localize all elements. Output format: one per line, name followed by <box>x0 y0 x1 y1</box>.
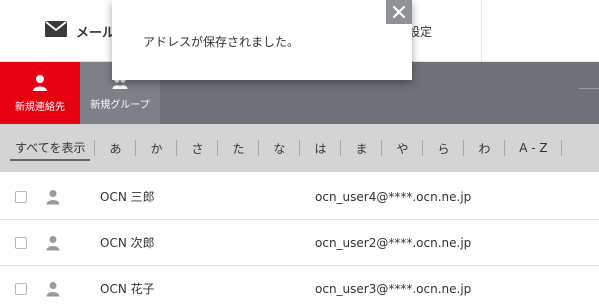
index-key-ra[interactable]: ら <box>423 124 463 172</box>
contact-name: OCN 次郎 <box>100 236 155 250</box>
index-key-ma[interactable]: ま <box>341 124 381 172</box>
row-checkbox[interactable] <box>15 282 27 295</box>
save-notification: アドレスが保存されました。 <box>112 0 412 80</box>
contact-row[interactable]: OCN 次郎 ocn_user2@****.ocn.ne.jp <box>0 220 599 266</box>
contact-name: OCN 花子 <box>100 282 155 296</box>
index-key-ya[interactable]: や <box>382 124 422 172</box>
index-key-az[interactable]: A - Z <box>505 124 561 172</box>
row-checkbox[interactable] <box>15 190 27 203</box>
person-icon <box>46 235 60 250</box>
person-icon <box>46 189 60 204</box>
new-contact-button[interactable]: 新規連絡先 <box>0 62 80 124</box>
contact-row[interactable]: OCN 三郎 ocn_user4@****.ocn.ne.jp <box>0 174 599 220</box>
index-divider <box>561 140 563 156</box>
notification-message: アドレスが保存されました。 <box>143 35 300 49</box>
contact-email: ocn_user2@****.ocn.ne.jp <box>315 235 472 250</box>
index-key-ha[interactable]: は <box>300 124 340 172</box>
index-key-ta[interactable]: た <box>218 124 258 172</box>
contact-row[interactable]: OCN 花子 ocn_user3@****.ocn.ne.jp <box>0 266 599 308</box>
contact-name: OCN 三郎 <box>100 190 155 204</box>
index-key-a[interactable]: あ <box>95 124 135 172</box>
index-key-wa[interactable]: わ <box>464 124 504 172</box>
index-all-tab[interactable]: すべてを表示 <box>10 135 91 161</box>
contact-list: OCN 三郎 ocn_user4@****.ocn.ne.jp OCN 次郎 o… <box>0 172 599 308</box>
index-bar: すべてを表示 あ か さ た な は ま や ら わ A - Z <box>0 124 599 172</box>
row-checkbox[interactable] <box>15 236 27 249</box>
nav-mail-label: メール <box>76 25 116 41</box>
close-icon <box>392 5 406 19</box>
index-key-na[interactable]: な <box>259 124 299 172</box>
contact-email: ocn_user3@****.ocn.ne.jp <box>315 281 472 296</box>
new-group-label: 新規グループ <box>90 99 150 111</box>
contact-email: ocn_user4@****.ocn.ne.jp <box>315 189 472 204</box>
person-add-icon <box>33 74 47 91</box>
close-button[interactable] <box>386 0 412 24</box>
index-key-sa[interactable]: さ <box>177 124 217 172</box>
envelope-icon <box>44 19 68 43</box>
search-field[interactable] <box>579 88 599 102</box>
new-contact-label: 新規連絡先 <box>15 101 65 113</box>
person-icon <box>46 281 60 296</box>
index-key-ka[interactable]: か <box>136 124 176 172</box>
